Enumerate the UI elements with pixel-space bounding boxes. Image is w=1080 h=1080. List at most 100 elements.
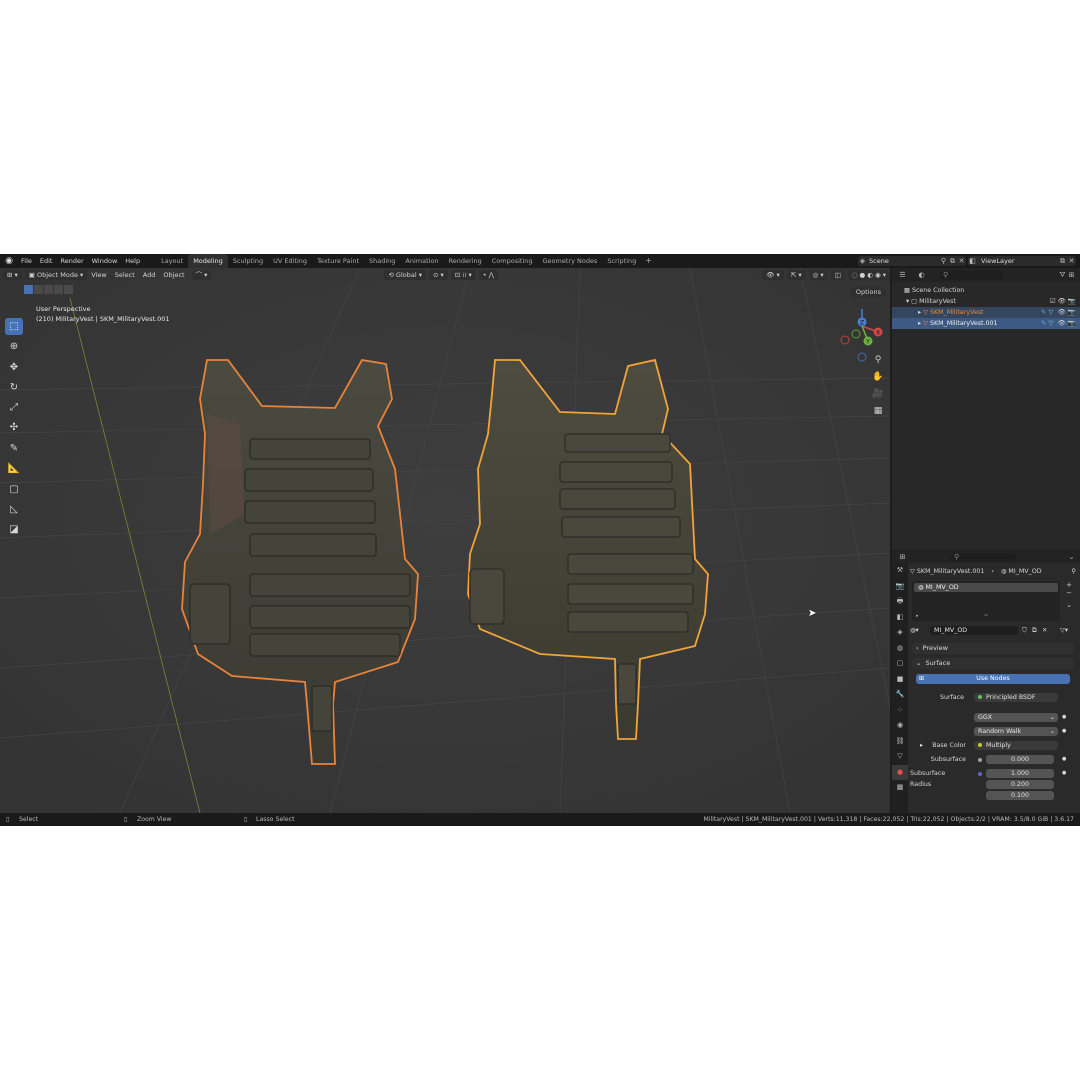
mode-dropdown[interactable]: ▣ Object Mode ▾ — [24, 270, 88, 280]
material-tab-icon[interactable]: ● — [892, 764, 908, 780]
select-invert-icon[interactable] — [54, 285, 63, 294]
data-tab-icon[interactable]: ▽ — [892, 749, 908, 765]
subsurface-method-dropdown[interactable]: Random Walk ⌄ — [974, 727, 1058, 736]
tree-row-object-1[interactable]: ▸ ▽ SKM_MilitaryVest ✎ ▽ 👁 📷 — [892, 307, 1080, 318]
subsurface-radius-x[interactable]: 1.000 — [986, 769, 1054, 778]
tab-modeling[interactable]: Modeling — [188, 254, 228, 268]
select-new-icon[interactable] — [24, 285, 33, 294]
properties-search-input[interactable]: ⚲ — [951, 553, 1016, 561]
transform-tool-icon[interactable]: ✣ — [5, 419, 23, 436]
use-nodes-button[interactable]: ⊞ Use Nodes — [916, 674, 1070, 684]
xray-icon[interactable]: ◫ — [830, 270, 845, 280]
menu-select[interactable]: Select — [111, 268, 139, 282]
collection-toggle-icons[interactable]: ☑ 👁 📷 — [1050, 296, 1076, 307]
move-tool-icon[interactable]: ✥ — [5, 359, 23, 376]
tab-geometry-nodes[interactable]: Geometry Nodes — [538, 254, 603, 268]
menu-file[interactable]: File — [17, 254, 36, 268]
modifier-tab-icon[interactable]: 🔧 — [892, 687, 908, 703]
tab-sculpting[interactable]: Sculpting — [228, 254, 268, 268]
filter-icon[interactable]: ⛛ — [1058, 271, 1067, 280]
view-layer-selector[interactable]: ◧ ViewLayer ⧉ ✕ — [968, 256, 1076, 266]
scene-selector[interactable]: ◈ Scene ⚲ ⧉ ✕ — [858, 256, 966, 266]
select-intersect-icon[interactable] — [64, 285, 73, 294]
slot-expand-icon[interactable]: ▸ — [916, 613, 919, 619]
menu-help[interactable]: Help — [121, 254, 144, 268]
3d-viewport[interactable]: Z X Y ⊞ ▾ ▣ Object Mode ▾ View Select Ad… — [0, 268, 890, 813]
material-slot-row[interactable]: ◍ MI_MV_OD — [914, 583, 1058, 592]
overlays-icon[interactable]: ◎ ▾ — [808, 270, 828, 280]
tab-animation[interactable]: Animation — [400, 254, 443, 268]
keyframe-dot-icon[interactable]: ● — [1062, 726, 1066, 737]
shrink-tool-icon[interactable]: ◪ — [5, 521, 23, 538]
texture-tab-icon[interactable]: ▩ — [892, 780, 908, 796]
grid-view-icon[interactable]: ▦ — [870, 403, 886, 419]
menu-object[interactable]: Object — [159, 268, 188, 282]
base-color-field[interactable]: Multiply — [974, 741, 1058, 750]
material-slots-list[interactable]: ◍ MI_MV_OD ▸ = — [912, 581, 1060, 621]
subsurface-radius-y[interactable]: 0.200 — [986, 780, 1054, 789]
physics-tab-icon[interactable]: ◉ — [892, 718, 908, 734]
shading-modes[interactable]: ◌ ● ◐ ◉ ▾ — [847, 270, 890, 280]
object-tab-icon[interactable]: ■ — [892, 672, 908, 688]
editor-type-button[interactable]: ⊞ ▾ — [3, 270, 22, 280]
unlink-material-icon[interactable]: ✕ — [1042, 625, 1047, 636]
visibility-icon[interactable]: 👁 ▾ — [762, 270, 784, 280]
material-filter-icon[interactable]: ▽▾ — [1060, 625, 1068, 636]
tab-uv-editing[interactable]: UV Editing — [268, 254, 312, 268]
menu-add[interactable]: Add — [139, 268, 160, 282]
measure-tool-icon[interactable]: 📐 — [5, 460, 23, 477]
orientation-dropdown[interactable]: ⟲ Global ▾ — [384, 270, 427, 280]
collection-expand-icon[interactable]: ▾ ▢ — [892, 298, 919, 305]
tree-row-collection[interactable]: ▾ ▢ MilitaryVest ☑ 👁 📷 — [892, 296, 1080, 307]
close-icon[interactable]: ✕ — [1067, 257, 1076, 266]
copy-icon[interactable]: ⧉ — [948, 257, 957, 266]
surface-panel-header[interactable]: ⌄ Surface — [912, 658, 1074, 669]
properties-editor-icon[interactable]: ⊞ — [898, 553, 907, 562]
collapse-icon[interactable]: ⌄ — [1067, 553, 1076, 562]
surface-shader-field[interactable]: Principled BSDF — [974, 693, 1058, 702]
pin-icon[interactable]: ⚲ — [939, 257, 948, 266]
select-subtract-icon[interactable] — [44, 285, 53, 294]
tab-scripting[interactable]: Scripting — [602, 254, 641, 268]
outliner-search-input[interactable]: ⚲ — [940, 270, 1003, 280]
gizmo-toggle-icon[interactable]: ⇱ ▾ — [786, 270, 806, 280]
scene-tab-icon[interactable]: ◈ — [892, 625, 908, 641]
fake-user-icon[interactable]: ⛉ — [1022, 625, 1027, 636]
annotate-tool-icon[interactable]: ✎ — [5, 440, 23, 457]
viewport-scene[interactable]: Z X Y — [0, 268, 890, 813]
shear-tool-icon[interactable]: ◺ — [5, 501, 23, 518]
keyframe-dot-icon[interactable]: ● — [1062, 754, 1066, 765]
tree-row-object-2[interactable]: ▸ ▽ SKM_MilitaryVest.001 ✎ ▽ 👁 📷 — [892, 318, 1080, 329]
tool-tab-icon[interactable]: ⚒ — [892, 563, 908, 579]
tab-shading[interactable]: Shading — [364, 254, 400, 268]
outliner-editor-icon[interactable]: ☰ — [898, 271, 907, 280]
subsurface-field[interactable]: 0.000 — [986, 755, 1054, 764]
keyframe-dot-icon[interactable]: ● — [1062, 768, 1066, 779]
output-tab-icon[interactable]: 🖶 — [892, 594, 908, 610]
slot-menu-icon[interactable]: ⌄ — [1064, 601, 1074, 609]
add-workspace-button[interactable]: + — [641, 254, 656, 268]
menu-view[interactable]: View — [87, 268, 110, 282]
distribution-dropdown[interactable]: GGX ⌄ — [974, 713, 1058, 722]
snap-icon[interactable]: ⊡ ⁞⁞ ▾ — [450, 270, 476, 280]
material-browse-icon[interactable]: ◍▾ — [910, 627, 919, 634]
tab-compositing[interactable]: Compositing — [487, 254, 538, 268]
expand-input-icon[interactable]: ▸ — [920, 740, 923, 751]
tab-rendering[interactable]: Rendering — [444, 254, 487, 268]
object-expand-icon[interactable]: ▸ ▽ — [892, 320, 930, 327]
add-cube-tool-icon[interactable]: ▢ — [5, 481, 23, 498]
tree-row-scene-collection[interactable]: ▦ Scene Collection — [892, 285, 1080, 296]
pan-hand-icon[interactable]: ✋ — [870, 369, 886, 385]
rotate-tool-icon[interactable]: ↻ — [5, 379, 23, 396]
camera-icon[interactable]: 🎥 — [870, 386, 886, 402]
close-icon[interactable]: ✕ — [957, 257, 966, 266]
copy-icon[interactable]: ⧉ — [1058, 257, 1067, 266]
add-slot-button[interactable]: + — [1064, 581, 1074, 589]
object-2-toggle-icons[interactable]: ✎ ▽ 👁 📷 — [1041, 318, 1076, 329]
tab-layout[interactable]: Layout — [156, 254, 188, 268]
selection-mode-buttons[interactable] — [24, 285, 74, 294]
pin-icon[interactable]: ⚲ — [1071, 566, 1076, 577]
zoom-icon[interactable]: ⚲ — [870, 352, 886, 368]
collection-tab-icon[interactable]: ▢ — [892, 656, 908, 672]
keyframe-dot-icon[interactable]: ● — [1062, 712, 1066, 723]
